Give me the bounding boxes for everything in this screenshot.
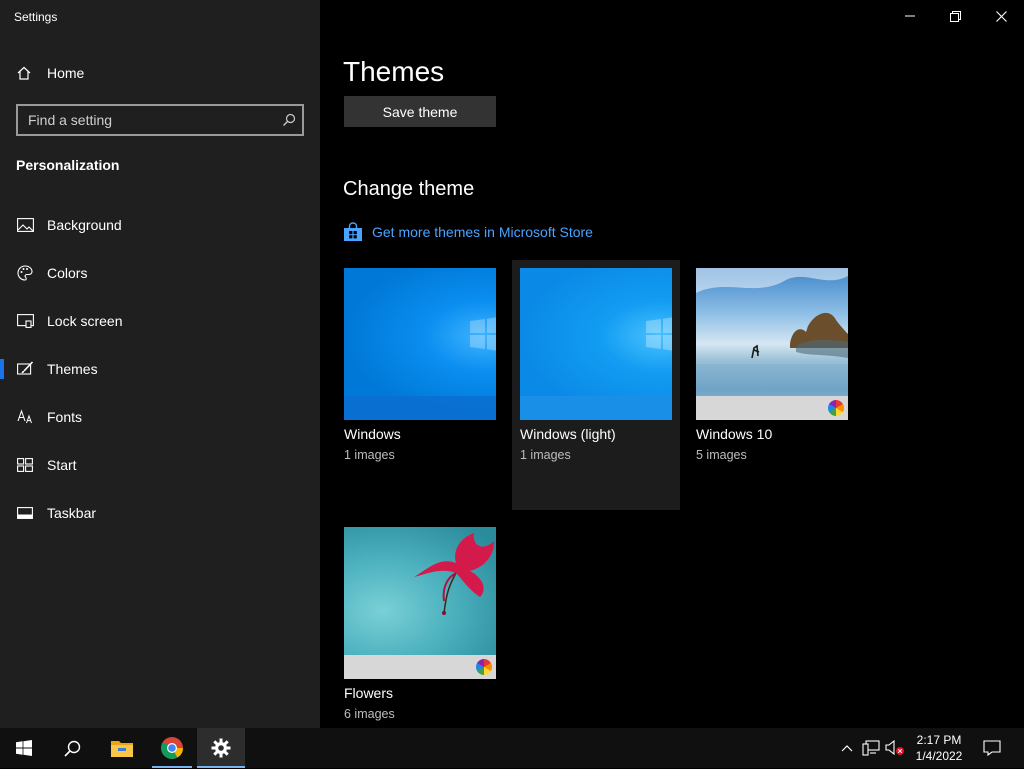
sidebar-item-themes[interactable]: Themes — [0, 345, 320, 393]
restore-button[interactable] — [932, 0, 978, 32]
theme-name: Flowers — [344, 685, 394, 701]
settings-button[interactable] — [197, 728, 245, 768]
network-button[interactable] — [859, 728, 883, 768]
fonts-icon — [16, 408, 34, 426]
home-link[interactable]: Home — [16, 63, 84, 83]
start-button[interactable] — [0, 728, 48, 768]
search-box[interactable] — [16, 104, 304, 136]
store-icon — [344, 222, 362, 241]
sidebar-nav: Background Colors Lock screen Themes Fon… — [0, 201, 320, 537]
window-title: Settings — [14, 10, 58, 24]
sidebar-item-label: Background — [47, 217, 122, 233]
theme-image-count: 5 images — [696, 448, 747, 462]
picture-icon — [16, 216, 34, 234]
action-center-button[interactable] — [980, 728, 1004, 768]
theme-card-windows-light[interactable]: Windows (light) 1 images — [512, 260, 680, 510]
theme-thumbnail — [344, 268, 496, 420]
theme-image-count: 1 images — [344, 448, 395, 462]
beach-scene-image — [696, 268, 848, 396]
clock[interactable]: 2:17 PM 1/4/2022 — [904, 732, 974, 764]
sidebar-item-label: Taskbar — [47, 505, 97, 521]
sidebar-item-start[interactable]: Start — [0, 441, 320, 489]
sidebar-item-taskbar[interactable]: Taskbar — [0, 489, 320, 537]
file-explorer-icon — [111, 741, 133, 757]
file-explorer-button[interactable] — [98, 728, 146, 768]
chrome-icon — [161, 737, 183, 759]
network-icon — [862, 740, 880, 756]
theme-name: Windows — [344, 426, 401, 442]
sidebar-item-fonts[interactable]: Fonts — [0, 393, 320, 441]
thumbnail-bar — [696, 396, 848, 420]
taskbar-icon — [16, 504, 34, 522]
sidebar-item-label: Fonts — [47, 409, 83, 425]
sidebar: Settings Home Personalization Background… — [0, 0, 320, 728]
clock-date: 1/4/2022 — [915, 749, 963, 763]
taskbar: 2:17 PM 1/4/2022 — [0, 728, 1024, 768]
chevron-up-icon — [841, 745, 853, 752]
theme-card-windows-10[interactable]: Windows 10 5 images — [688, 260, 856, 510]
theme-name: Windows 10 — [696, 426, 773, 442]
page-title: Themes — [343, 56, 445, 87]
show-hidden-icons-button[interactable] — [835, 728, 859, 768]
start-icon — [16, 740, 32, 756]
store-link-label: Get more themes in Microsoft Store — [372, 224, 593, 240]
minimize-icon — [905, 15, 915, 17]
sidebar-item-lock-screen[interactable]: Lock screen — [0, 297, 320, 345]
taskbar-search-button[interactable] — [48, 728, 96, 768]
sidebar-item-background[interactable]: Background — [0, 201, 320, 249]
clock-time: 2:17 PM — [916, 733, 962, 747]
windows-logo-icon — [470, 317, 496, 351]
brush-icon — [16, 360, 34, 378]
change-theme-heading: Change theme — [343, 178, 475, 200]
home-icon — [17, 66, 31, 80]
home-label: Home — [47, 65, 85, 81]
search-icon — [63, 740, 80, 757]
thumbnail-bar — [344, 396, 496, 420]
settings-icon — [211, 738, 231, 758]
sidebar-item-label: Start — [47, 457, 77, 473]
minimize-button[interactable] — [887, 0, 933, 32]
search-input[interactable] — [18, 106, 278, 134]
thumbnail-bar — [344, 655, 496, 679]
theme-thumbnail — [696, 268, 848, 420]
sidebar-item-label: Colors — [47, 265, 88, 281]
section-label: Personalization — [16, 157, 120, 173]
sidebar-item-label: Themes — [47, 361, 98, 377]
search-icon[interactable] — [282, 113, 296, 127]
color-wheel-icon — [476, 659, 492, 675]
sidebar-item-colors[interactable]: Colors — [0, 249, 320, 297]
start-icon — [16, 456, 34, 474]
store-link[interactable]: Get more themes in Microsoft Store — [343, 222, 593, 242]
color-wheel-icon — [828, 400, 844, 416]
windows-logo-icon — [646, 317, 672, 351]
theme-image-count: 1 images — [520, 448, 571, 462]
theme-card-windows[interactable]: Windows 1 images — [336, 260, 504, 510]
volume-muted-icon — [885, 740, 904, 756]
theme-thumbnail — [520, 268, 672, 420]
notification-icon — [983, 740, 1001, 756]
close-icon — [995, 10, 1007, 22]
restore-icon — [949, 10, 961, 22]
palette-icon — [16, 264, 34, 282]
flower-image — [414, 533, 494, 615]
lock-screen-icon — [16, 312, 34, 330]
theme-image-count: 6 images — [344, 707, 395, 721]
theme-name: Windows (light) — [520, 426, 616, 442]
thumbnail-bar — [520, 396, 672, 420]
close-button[interactable] — [978, 0, 1024, 32]
chrome-button[interactable] — [148, 728, 196, 768]
theme-thumbnail — [344, 527, 496, 679]
save-theme-button[interactable]: Save theme — [344, 96, 496, 127]
sidebar-item-label: Lock screen — [47, 313, 123, 329]
